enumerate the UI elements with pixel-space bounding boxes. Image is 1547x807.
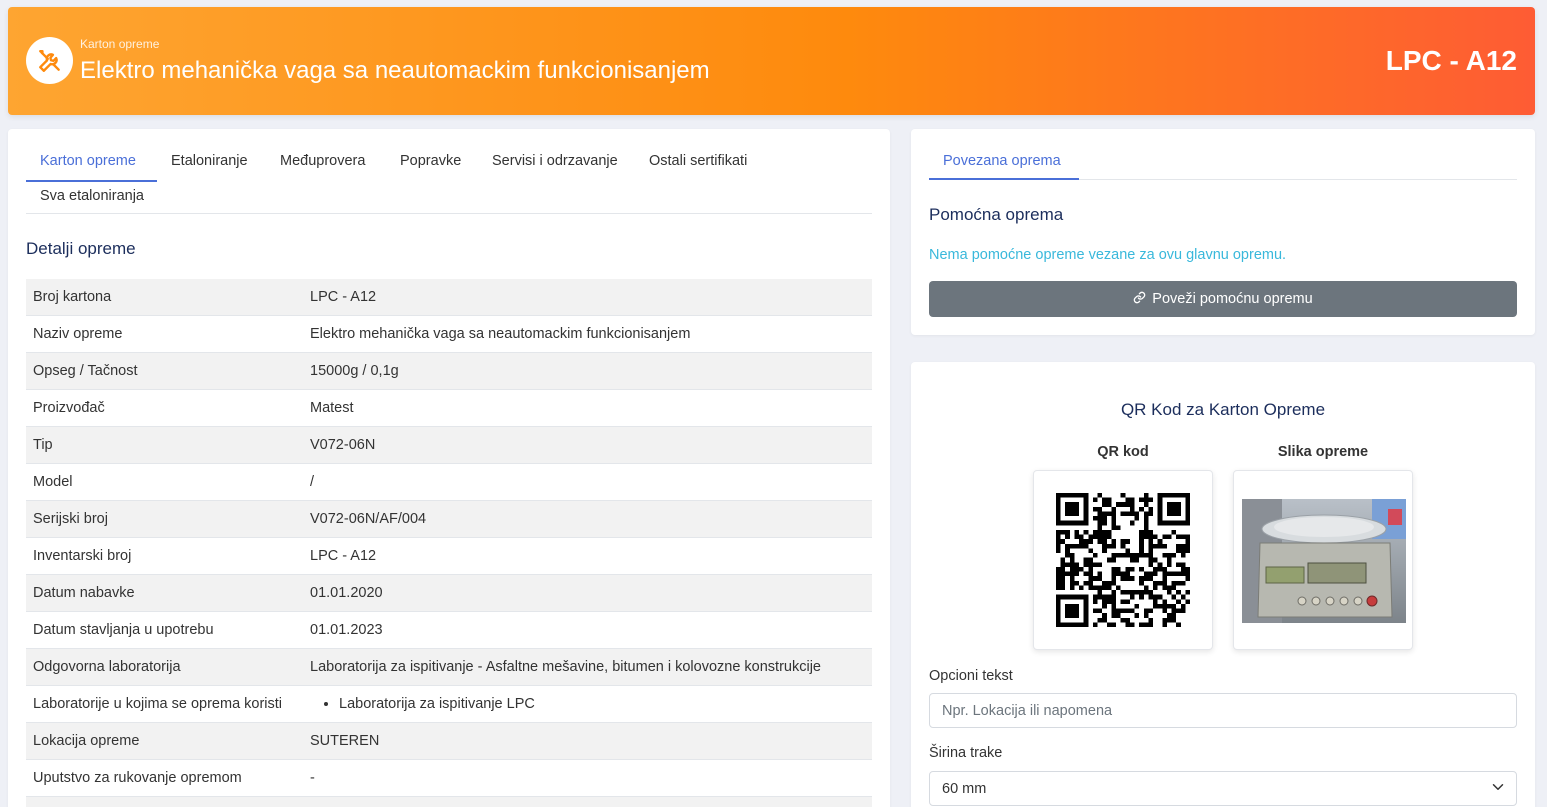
- tab-bar: Karton opreme Etaloniranje Međuprovera P…: [26, 143, 872, 214]
- tools-icon: [26, 37, 73, 84]
- row-label: Serijski broj: [33, 511, 108, 527]
- row-label: Odgovorna laboratorija: [33, 659, 181, 675]
- row-value: V072-06N/AF/004: [310, 511, 427, 527]
- row-label: Datum nabavke: [33, 585, 135, 601]
- related-equipment-card: Povezana oprema Pomoćna oprema Nema pomo…: [911, 129, 1535, 335]
- table-row: Broj kartona LPC - A12: [26, 279, 872, 316]
- row-value: -: [310, 770, 315, 786]
- row-label: Lokacija opreme: [33, 733, 140, 749]
- qr-code-box[interactable]: [1033, 470, 1213, 650]
- row-label: Inventarski broj: [33, 548, 132, 564]
- row-value: Laboratorija za ispitivanje - Asfaltne m…: [310, 659, 821, 675]
- tab-meduprovera[interactable]: Međuprovera: [280, 153, 365, 169]
- row-label: Tip: [33, 437, 53, 453]
- header-subtitle: Karton opreme: [80, 37, 160, 51]
- row-label: Laboratorije u kojima se oprema koristi: [33, 696, 283, 712]
- tab-karton-opreme[interactable]: Karton opreme: [40, 153, 136, 169]
- qr-code-card: QR Kod za Karton Opreme QR kod Slika opr…: [911, 362, 1535, 807]
- row-value: LPC - A12: [310, 289, 377, 305]
- details-title: Detalji opreme: [26, 239, 136, 258]
- chevron-down-icon: [1492, 781, 1504, 797]
- optional-text-input[interactable]: [929, 693, 1517, 728]
- table-row: Inventarski broj LPC - A12: [26, 538, 872, 575]
- tab-popravke[interactable]: Popravke: [400, 153, 461, 169]
- row-label: Opseg / Tačnost: [33, 363, 138, 379]
- row-label: Proizvođač: [33, 400, 105, 416]
- row-label: Broj kartona: [33, 289, 112, 305]
- equipment-card: Karton opreme Etaloniranje Međuprovera P…: [8, 129, 890, 807]
- tab-servisi[interactable]: Servisi i odrzavanje: [492, 153, 618, 169]
- table-row: Model /: [26, 464, 872, 501]
- active-tab-indicator: [929, 178, 1079, 180]
- page-header: Karton opreme Elektro mehanička vaga sa …: [8, 7, 1535, 115]
- qr-code-image: [1056, 493, 1190, 627]
- equipment-photo-box[interactable]: [1233, 470, 1413, 650]
- row-label: Naziv opreme: [33, 326, 123, 342]
- width-label: Širina trake: [929, 745, 1003, 761]
- width-select[interactable]: 60 mm: [929, 771, 1517, 806]
- table-row: Tip V072-06N: [26, 427, 872, 464]
- button-label: Poveži pomoćnu opremu: [1152, 291, 1313, 307]
- table-row: Opseg / Tačnost 15000g / 0,1g: [26, 353, 872, 390]
- row-label: Datum stavljanja u upotrebu: [33, 622, 214, 638]
- tab-etaloniranje[interactable]: Etaloniranje: [171, 153, 248, 169]
- qr-title: QR Kod za Karton Opreme: [1120, 400, 1326, 419]
- list-item: Laboratorija za ispitivanje LPC: [339, 696, 872, 712]
- table-row: Lokacija opreme SUTEREN: [26, 723, 872, 760]
- image-label: Slika opreme: [1277, 444, 1369, 460]
- tab-sva-etaloniranja[interactable]: Sva etaloniranja: [40, 188, 144, 204]
- row-value: LPC - A12: [310, 548, 377, 564]
- row-value: /: [310, 474, 315, 490]
- table-row-empty: [26, 797, 872, 807]
- equipment-photo: [1242, 499, 1406, 623]
- row-value: Matest: [310, 400, 354, 416]
- auxiliary-equipment-title: Pomoćna oprema: [929, 205, 1064, 224]
- table-row: Proizvođač Matest: [26, 390, 872, 427]
- row-value: V072-06N: [310, 437, 376, 453]
- active-tab-indicator: [26, 180, 157, 182]
- table-row: Serijski broj V072-06N/AF/004: [26, 501, 872, 538]
- row-value: Elektro mehanička vaga sa neautomackim f…: [310, 326, 691, 342]
- empty-state-text: Nema pomoćne opreme vezane za ovu glavnu…: [929, 247, 1287, 263]
- equipment-code: LPC - A12: [1385, 45, 1517, 76]
- related-tab-bar: Povezana oprema: [929, 143, 1517, 180]
- details-table: Broj kartona LPC - A12 Naziv opreme Elektr…: [26, 279, 872, 807]
- table-row: Odgovorna laboratorija Laboratorija za is…: [26, 649, 872, 686]
- optional-text-label: Opcioni tekst: [929, 668, 1013, 684]
- tab-ostali-sertifikati[interactable]: Ostali sertifikati: [649, 153, 747, 169]
- table-row: Datum stavljanja u upotrebu 01.01.2023: [26, 612, 872, 649]
- qr-label: QR kod: [1097, 444, 1149, 460]
- link-icon: [1133, 291, 1146, 308]
- width-select-value: 60 mm: [942, 780, 987, 797]
- table-row: Laboratorije u kojima se oprema koristi L…: [26, 686, 872, 723]
- tab-povezana-oprema[interactable]: Povezana oprema: [943, 153, 1061, 169]
- page-title: Elektro mehanička vaga sa neautomackim f…: [80, 57, 710, 84]
- table-row: Uputstvo za rukovanje opremom -: [26, 760, 872, 797]
- table-row: Naziv opreme Elektro mehanička vaga sa ne…: [26, 316, 872, 353]
- row-value-list: Laboratorija za ispitivanje LPC: [310, 696, 872, 712]
- row-value: 01.01.2020: [310, 585, 383, 601]
- row-value: 15000g / 0,1g: [310, 363, 399, 379]
- link-auxiliary-equipment-button[interactable]: Poveži pomoćnu opremu: [929, 281, 1517, 317]
- row-value: SUTEREN: [310, 733, 380, 749]
- row-value: 01.01.2023: [310, 622, 383, 638]
- row-label: Model: [33, 474, 73, 490]
- table-row: Datum nabavke 01.01.2020: [26, 575, 872, 612]
- row-label: Uputstvo za rukovanje opremom: [33, 770, 242, 786]
